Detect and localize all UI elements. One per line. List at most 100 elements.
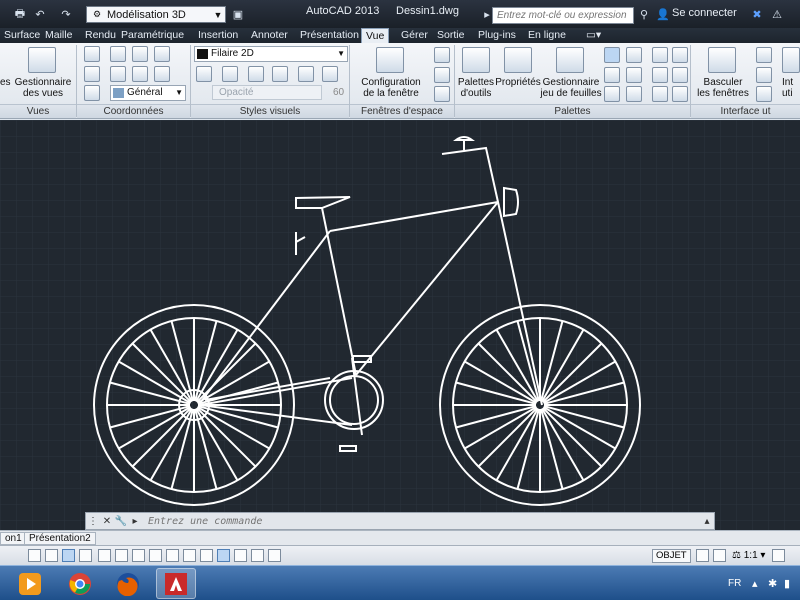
- ucs-previous-icon[interactable]: [110, 66, 126, 82]
- tab-sortie[interactable]: Sortie: [433, 28, 468, 43]
- user-interface-icon[interactable]: [782, 47, 800, 73]
- redo-icon[interactable]: ↷: [58, 5, 74, 23]
- properties-button[interactable]: Propriétés: [494, 77, 542, 88]
- ucs-y-icon[interactable]: [154, 66, 170, 82]
- workspace-switch-icon[interactable]: [772, 549, 785, 562]
- tab-gerer[interactable]: Gérer: [397, 28, 432, 43]
- view-manager-icon[interactable]: [28, 47, 56, 73]
- calculator-icon[interactable]: [604, 67, 620, 83]
- tab-plugins[interactable]: Plug-ins: [474, 28, 520, 43]
- tab-surface[interactable]: Surface: [0, 28, 44, 43]
- tab-insertion[interactable]: Insertion: [194, 28, 242, 43]
- ribbon-options-icon[interactable]: ▭▾: [582, 28, 605, 43]
- materials-icon[interactable]: [652, 67, 668, 83]
- lights-palette-icon[interactable]: [652, 86, 668, 102]
- ucs-z-axis-icon[interactable]: [154, 46, 170, 62]
- workspace-select[interactable]: ⚙ Modélisation 3D ▼: [86, 6, 226, 23]
- render-icon[interactable]: [672, 67, 688, 83]
- sheet-set-icon[interactable]: [556, 47, 584, 73]
- design-center-icon[interactable]: [626, 47, 642, 63]
- command-input[interactable]: [142, 514, 700, 528]
- grid-display-icon[interactable]: [62, 549, 75, 562]
- model-space-toggle[interactable]: OBJET: [652, 549, 691, 563]
- bluetooth-icon[interactable]: ✱: [768, 577, 777, 590]
- history-icon[interactable]: ▴: [700, 516, 714, 527]
- dynamic-ucs-icon[interactable]: [166, 549, 179, 562]
- wrench-icon[interactable]: 🔧: [114, 516, 128, 527]
- print-icon[interactable]: 🖶: [12, 5, 28, 23]
- data-link-icon[interactable]: [626, 86, 642, 102]
- annotation-scale[interactable]: ⚖ 1:1 ▾: [732, 550, 765, 561]
- binoculars-icon[interactable]: ⚲: [636, 5, 652, 23]
- layers-icon[interactable]: [652, 47, 668, 63]
- firefox-app[interactable]: [108, 568, 148, 599]
- markup-icon[interactable]: [626, 67, 642, 83]
- object-snap-icon[interactable]: [115, 549, 128, 562]
- sun-icon[interactable]: [672, 47, 688, 63]
- visual-style-combo[interactable]: Filaire 2D ▼: [194, 46, 348, 62]
- autocad-app[interactable]: [156, 568, 196, 599]
- quick-view-drawings-icon[interactable]: [713, 549, 726, 562]
- visual-styles-palette-icon[interactable]: [672, 86, 688, 102]
- command-line-icon[interactable]: [604, 86, 620, 102]
- ortho-mode-icon[interactable]: [79, 549, 92, 562]
- switch-windows-icon[interactable]: [708, 47, 736, 73]
- exchange-icon[interactable]: ✖: [750, 5, 764, 23]
- 3d-object-snap-icon[interactable]: [132, 549, 145, 562]
- viewport-config-icon[interactable]: [376, 47, 404, 73]
- face-style-icon[interactable]: [196, 66, 212, 82]
- tab-en-ligne[interactable]: En ligne: [524, 28, 570, 43]
- save-icon[interactable]: ▣: [230, 5, 246, 23]
- polar-tracking-icon[interactable]: [98, 549, 111, 562]
- tray-expand-icon[interactable]: ▴: [752, 577, 758, 590]
- lineweight-icon[interactable]: [200, 549, 213, 562]
- ucs-x-icon[interactable]: [132, 66, 148, 82]
- ucs-view-icon[interactable]: [84, 85, 100, 101]
- media-player-app[interactable]: [10, 568, 50, 599]
- vues-truncated-label[interactable]: es: [0, 77, 11, 88]
- undo-icon[interactable]: ↶: [32, 5, 48, 23]
- tile-horizontal-icon[interactable]: [756, 47, 772, 63]
- cascade-icon[interactable]: [756, 86, 772, 102]
- edge-color-icon[interactable]: [298, 66, 314, 82]
- selection-cycling-icon[interactable]: [251, 549, 264, 562]
- tool-palettes-button[interactable]: Palettes d'outils: [456, 77, 496, 99]
- viewport-config-button[interactable]: Configuration de la fenêtre: [354, 77, 428, 99]
- dynamic-input-icon[interactable]: [183, 549, 196, 562]
- switch-windows-button[interactable]: Basculer les fenêtres: [694, 77, 752, 99]
- close-icon[interactable]: ✕: [100, 516, 114, 527]
- box-style-icon[interactable]: [222, 66, 238, 82]
- object-snap-tracking-icon[interactable]: [149, 549, 162, 562]
- shadow-icon[interactable]: [272, 66, 288, 82]
- viewport-join-icon[interactable]: [434, 67, 450, 83]
- help-icon[interactable]: ⚠: [770, 5, 784, 23]
- quick-view-layouts-icon[interactable]: [696, 549, 709, 562]
- drawing-canvas[interactable]: [0, 120, 800, 530]
- viewport-restore-icon[interactable]: [434, 86, 450, 102]
- snap-mode-icon[interactable]: [45, 549, 58, 562]
- tab-layout2[interactable]: Présentation2: [24, 532, 96, 545]
- ucs-named-icon[interactable]: [110, 46, 126, 62]
- tab-rendu[interactable]: Rendu: [81, 28, 120, 43]
- tab-presentation[interactable]: Présentation: [296, 28, 363, 43]
- view-manager-button[interactable]: Gestionnaire des vues: [14, 77, 72, 99]
- quick-properties-icon[interactable]: [234, 549, 247, 562]
- tile-vertical-icon[interactable]: [756, 67, 772, 83]
- expand-arrow-icon[interactable]: ▸: [482, 5, 492, 23]
- lights-icon[interactable]: [248, 66, 264, 82]
- sheet-set-button[interactable]: Gestionnaire jeu de feuilles: [540, 77, 602, 99]
- viewport-named-icon[interactable]: [434, 47, 450, 63]
- tab-maille[interactable]: Maille: [41, 28, 76, 43]
- ucs-origin-icon[interactable]: [132, 46, 148, 62]
- user-interface-button[interactable]: Int uti: [782, 77, 800, 99]
- tool-palettes-icon[interactable]: [462, 47, 490, 73]
- transparency-icon[interactable]: [217, 549, 230, 562]
- annotation-monitor-icon[interactable]: [268, 549, 281, 562]
- properties-icon[interactable]: [504, 47, 532, 73]
- ucs-face-icon[interactable]: [84, 66, 100, 82]
- chrome-app[interactable]: [60, 568, 100, 599]
- tab-vue[interactable]: Vue: [361, 28, 390, 43]
- properties-small-icon[interactable]: [604, 47, 620, 63]
- ucs-combo[interactable]: Général ▼: [110, 85, 186, 101]
- command-prompt-icon[interactable]: ▸: [128, 516, 142, 527]
